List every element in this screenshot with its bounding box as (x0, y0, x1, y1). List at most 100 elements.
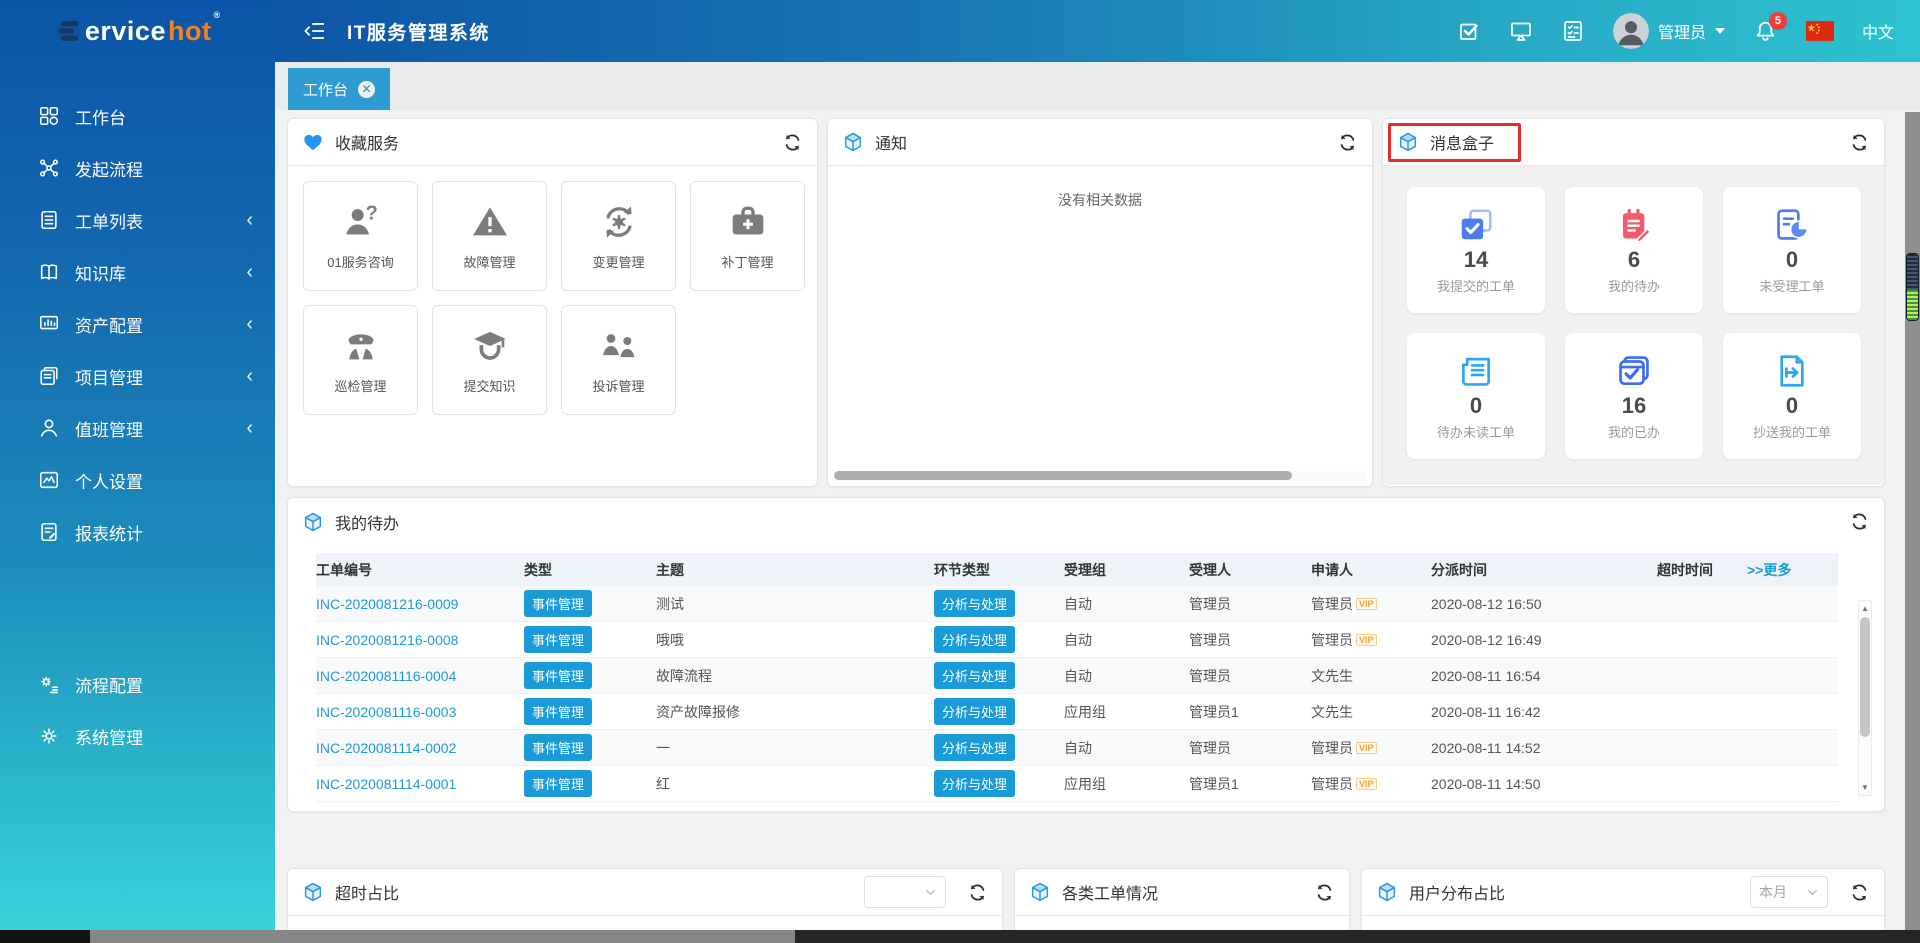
table-row: INC-2020081116-0004事件管理故障流程分析与处理自动管理员文先生… (316, 658, 1838, 694)
sidebar-item-8[interactable]: 个人设置 (0, 454, 275, 506)
monitor-icon[interactable] (1509, 19, 1533, 43)
card-count: 14 (1464, 247, 1488, 273)
applicant: 管理员VIP (1311, 774, 1431, 794)
todo-list-icon[interactable] (1561, 19, 1585, 43)
user-menu[interactable]: 管理员 (1613, 13, 1725, 49)
more-link[interactable]: >>更多 (1747, 560, 1838, 580)
message-card[interactable]: 0待办未读工单 (1407, 333, 1545, 459)
tab-workbench[interactable]: 工作台 ✕ (288, 68, 390, 110)
refresh-icon[interactable] (1849, 511, 1870, 532)
cube-icon (1029, 881, 1051, 903)
ticket-id-link[interactable]: INC-2020081114-0001 (316, 776, 524, 792)
scrollbar-thumb[interactable] (1860, 617, 1870, 737)
service-tile[interactable]: ?01服务咨询 (303, 181, 418, 291)
sidebar-item-7[interactable]: 值班管理‹ (0, 402, 275, 454)
sidebar-item-label: 系统管理 (75, 724, 253, 749)
page-scrollbar-thumb[interactable] (90, 930, 795, 943)
service-tile[interactable]: 变更管理 (561, 181, 676, 291)
column-header: 分派时间 (1431, 560, 1657, 580)
panel-timeout-ratio: 超时占比 (287, 868, 1003, 930)
step-badge: 分析与处理 (934, 734, 1015, 761)
refresh-icon[interactable] (967, 882, 988, 903)
timeout-filter-select[interactable] (864, 876, 946, 908)
empty-data-text: 没有相关数据 (828, 166, 1372, 210)
scrollbar-thumb[interactable] (834, 471, 1292, 480)
tab-close-icon[interactable]: ✕ (358, 81, 375, 98)
ticket-id-link[interactable]: INC-2020081116-0003 (316, 704, 524, 720)
horizontal-scrollbar (834, 471, 1366, 480)
panel-ticket-types: 各类工单情况 (1014, 868, 1350, 930)
tasks-check-icon[interactable] (1457, 19, 1481, 43)
sidebar-item-label: 知识库 (75, 260, 231, 285)
ticket-id-link[interactable]: INC-2020081116-0004 (316, 668, 524, 684)
sidebar-item-3[interactable]: 工单列表‹ (0, 194, 275, 246)
message-card[interactable]: 0抄送我的工单 (1723, 333, 1861, 459)
chart-wave-icon (38, 469, 60, 491)
chevron-left-icon: ‹ (246, 314, 253, 334)
refresh-icon[interactable] (782, 132, 803, 153)
message-card[interactable]: 16我的已办 (1565, 333, 1703, 459)
handler: 管理员1 (1189, 702, 1311, 722)
type-badge: 事件管理 (524, 770, 592, 797)
language-switcher[interactable]: 中文 (1862, 19, 1894, 43)
tab-bar: 工作台 ✕ (275, 62, 1920, 110)
sidebar-item-5[interactable]: 资产配置‹ (0, 298, 275, 350)
sidebar-item-label: 发起流程 (75, 156, 253, 181)
column-header: 环节类型 (934, 560, 1064, 580)
message-card[interactable]: 14我提交的工单 (1407, 187, 1545, 313)
refresh-icon[interactable] (1849, 882, 1870, 903)
service-tile[interactable]: 故障管理 (432, 181, 547, 291)
service-tile[interactable]: 提交知识 (432, 305, 547, 415)
ticket-id-link[interactable]: INC-2020081216-0009 (316, 596, 524, 612)
message-card[interactable]: 6我的待办 (1565, 187, 1703, 313)
sidebar-item-2[interactable]: 发起流程 (0, 142, 275, 194)
avatar (1613, 13, 1649, 49)
ticket-subject: 故障流程 (656, 666, 934, 686)
assign-time: 2020-08-11 14:50 (1431, 776, 1657, 792)
message-card[interactable]: 0未受理工单 (1723, 187, 1861, 313)
service-tile[interactable]: 巡检管理 (303, 305, 418, 415)
vip-badge: VIP (1356, 634, 1377, 646)
period-filter-select[interactable]: 本月 (1750, 876, 1828, 908)
ticket-id-link[interactable]: INC-2020081216-0008 (316, 632, 524, 648)
accept-group: 自动 (1064, 666, 1189, 686)
refresh-icon[interactable] (1314, 882, 1335, 903)
step-badge: 分析与处理 (934, 590, 1015, 617)
page-horizontal-scrollbar[interactable] (0, 930, 1920, 943)
scroll-down-arrow-icon[interactable]: ▼ (1859, 783, 1871, 792)
applicant: 管理员VIP (1311, 630, 1431, 650)
sidebar-item-4[interactable]: 知识库 ‹ (0, 246, 275, 298)
scroll-up-arrow-icon[interactable]: ▲ (1859, 604, 1871, 613)
person-question-icon: ? (341, 202, 381, 242)
service-tile-label: 变更管理 (592, 252, 644, 271)
service-tile[interactable]: 补丁管理 (690, 181, 805, 291)
chevron-left-icon: ‹ (246, 262, 253, 282)
refresh-icon[interactable] (1337, 132, 1358, 153)
sidebar-item-6[interactable]: 项目管理‹ (0, 350, 275, 402)
ticket-id-link[interactable]: INC-2020081114-0002 (316, 740, 524, 756)
column-header: 受理组 (1064, 560, 1189, 580)
assign-time: 2020-08-12 16:49 (1431, 632, 1657, 648)
sidebar-item-1[interactable]: 工作台 (0, 90, 275, 142)
panel-user-distribution: 用户分布占比 本月 (1361, 868, 1885, 930)
vip-badge: VIP (1356, 598, 1377, 610)
ticket-subject: 一 (656, 738, 934, 758)
sidebar-item-label: 项目管理 (75, 364, 231, 389)
service-tile[interactable]: 投诉管理 (561, 305, 676, 415)
sidebar-item-label: 流程配置 (75, 672, 253, 697)
sidebar-item-11[interactable]: 系统管理 (0, 710, 275, 762)
page-vertical-scrollbar[interactable] (1905, 112, 1920, 930)
refresh-icon[interactable] (1849, 132, 1870, 153)
chevron-down-icon (1806, 886, 1819, 899)
sidebar-item-9[interactable]: 报表统计 (0, 506, 275, 558)
panel-title: 各类工单情况 (1062, 880, 1158, 904)
sidebar-collapse-icon[interactable] (301, 18, 327, 44)
panel-notice: 通知 没有相关数据 (827, 118, 1373, 487)
column-header: 受理人 (1189, 560, 1311, 580)
page-scrollbar-thumb[interactable] (1906, 253, 1919, 321)
notifications-button[interactable]: 5 (1753, 19, 1778, 44)
doc-pie-icon (1773, 206, 1811, 244)
vip-badge: VIP (1356, 742, 1377, 754)
sidebar-item-10[interactable]: 流程配置 (0, 658, 275, 710)
china-flag-icon[interactable] (1806, 21, 1834, 41)
